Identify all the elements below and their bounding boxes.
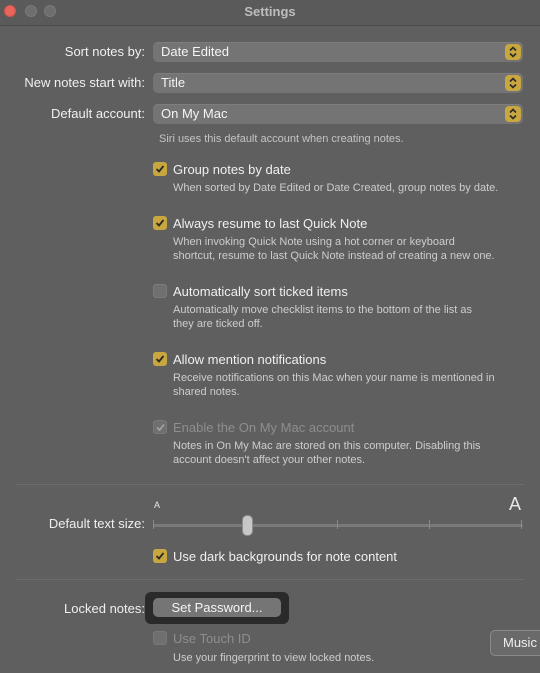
sort-notes-label: Sort notes by: — [64, 44, 145, 59]
set-password-button[interactable]: Set Password... — [153, 598, 281, 617]
sort-ticked-label: Automatically sort ticked items — [173, 284, 348, 299]
popup-stepper-icon — [505, 106, 521, 122]
section-divider — [16, 484, 524, 485]
resume-quick-note-checkbox[interactable] — [153, 216, 167, 230]
default-account-hint: Siri uses this default account when crea… — [159, 133, 404, 145]
sort-notes-value: Date Edited — [161, 44, 229, 59]
slider-tick — [429, 520, 430, 529]
dark-background-checkbox[interactable] — [153, 549, 167, 563]
group-notes-checkbox[interactable] — [153, 162, 167, 176]
mention-notifications-description-line1: Receive notifications on this Mac when y… — [173, 372, 495, 384]
on-my-mac-description-line2: account doesn't affect your other notes. — [173, 454, 366, 466]
sort-notes-popup[interactable]: Date Edited — [153, 42, 523, 62]
text-size-slider-knob[interactable] — [243, 516, 252, 535]
new-notes-label: New notes start with: — [24, 75, 145, 90]
window-title: Settings — [244, 4, 296, 19]
text-size-large-icon: A — [509, 494, 522, 514]
resume-quick-note-description-line1: When invoking Quick Note using a hot cor… — [173, 236, 455, 248]
touch-id-label: Use Touch ID — [173, 631, 251, 646]
popup-stepper-icon — [505, 44, 521, 60]
dark-background-label: Use dark backgrounds for note content — [173, 549, 398, 564]
text-size-label: Default text size: — [48, 516, 145, 531]
new-notes-value: Title — [161, 75, 186, 90]
set-password-focus-ring: Set Password... — [145, 592, 289, 624]
sort-ticked-description-line1: Automatically move checklist items to th… — [173, 304, 472, 316]
sort-ticked-description-line2: they are ticked off. — [173, 318, 263, 330]
text-size-small-icon: A — [154, 500, 161, 510]
group-notes-description: When sorted by Date Edited or Date Creat… — [173, 182, 499, 194]
default-account-label: Default account: — [51, 106, 145, 121]
resume-quick-note-description-line2: shortcut, resume to last Quick Note inst… — [173, 250, 495, 262]
popup-stepper-icon — [505, 75, 521, 91]
default-account-value: On My Mac — [161, 106, 228, 121]
on-my-mac-label: Enable the On My Mac account — [173, 420, 355, 435]
slider-tick — [521, 520, 522, 529]
group-notes-label: Group notes by date — [173, 162, 291, 177]
slider-tick — [153, 520, 154, 529]
slider-tick — [337, 520, 338, 529]
text-size-slider[interactable] — [153, 524, 523, 527]
sort-ticked-checkbox[interactable] — [153, 284, 167, 298]
mention-notifications-checkbox[interactable] — [153, 352, 167, 366]
mention-notifications-description-line2: shared notes. — [173, 386, 240, 398]
section-divider — [16, 579, 524, 580]
on-my-mac-checkbox — [153, 420, 167, 434]
resume-quick-note-label: Always resume to last Quick Note — [173, 216, 368, 231]
default-account-popup[interactable]: On My Mac — [153, 104, 523, 124]
touch-id-description: Use your fingerprint to view locked note… — [173, 652, 375, 664]
title-bar: Settings — [0, 0, 540, 26]
locked-notes-label: Locked notes: — [64, 601, 145, 616]
on-my-mac-description-line1: Notes in On My Mac are stored on this co… — [173, 440, 481, 452]
new-notes-popup[interactable]: Title — [153, 73, 523, 93]
touch-id-checkbox — [153, 631, 167, 645]
mention-notifications-label: Allow mention notifications — [173, 352, 327, 367]
music-tooltip: Music — [490, 630, 540, 656]
